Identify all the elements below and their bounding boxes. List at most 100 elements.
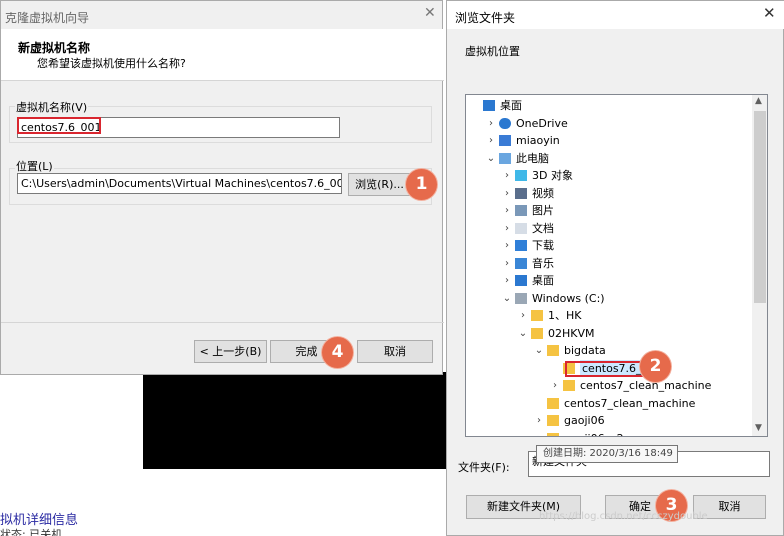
wizard-heading: 新虚拟机名称 xyxy=(18,41,91,55)
tree-item-label: 音乐 xyxy=(532,256,554,270)
chevron-right-icon[interactable]: › xyxy=(502,185,512,202)
chevron-right-icon[interactable]: › xyxy=(502,237,512,254)
vm-status-text: 状态: 已关机 xyxy=(0,528,63,536)
location-label: 位置(L) xyxy=(15,158,54,174)
chevron-right-icon[interactable]: › xyxy=(502,202,512,219)
tree-item-label: centos7_clean_machine xyxy=(580,379,712,392)
cloud-icon xyxy=(499,117,511,129)
vm-name-label: 虚拟机名称(V) xyxy=(15,99,89,115)
chevron-right-icon[interactable]: › xyxy=(486,132,496,149)
location-input[interactable]: C:\Users\admin\Documents\Virtual Machine… xyxy=(17,173,342,194)
tree-item[interactable]: › gaoji06 xyxy=(534,412,746,429)
chevron-right-icon[interactable]: › xyxy=(502,255,512,272)
picture-icon xyxy=(515,205,527,216)
tree-item-label: 视频 xyxy=(532,186,554,200)
step-badge-2: 2 xyxy=(640,351,671,382)
tree-item-label: Windows (C:) xyxy=(532,291,605,305)
chevron-down-icon[interactable]: ⌄ xyxy=(534,342,544,359)
watermark: https://blog.csdn.net/ccczydouble xyxy=(539,511,708,522)
tree-item[interactable]: › 桌面 xyxy=(502,272,746,289)
folder-icon xyxy=(531,310,543,321)
chevron-right-icon[interactable]: › xyxy=(550,377,560,394)
chevron-right-icon[interactable]: › xyxy=(502,167,512,184)
folder-icon xyxy=(547,397,559,409)
wizard-title: 克隆虚拟机向导 xyxy=(5,11,90,25)
chevron-right-icon[interactable]: › xyxy=(518,307,528,324)
tree-item[interactable]: › 下载 xyxy=(502,237,746,254)
tree-item-label: 桌面 xyxy=(500,99,522,112)
folder-icon xyxy=(547,345,559,356)
tree-item-label: gaoji06 xyxy=(564,414,605,427)
scroll-up-icon[interactable]: ▲ xyxy=(755,96,762,106)
chevron-right-icon[interactable]: › xyxy=(486,115,496,132)
drive-icon xyxy=(515,292,527,304)
user-icon xyxy=(499,135,511,146)
chevron-down-icon[interactable]: ⌄ xyxy=(502,290,512,307)
dialog-titlebar: 浏览文件夹 ✕ xyxy=(447,1,784,29)
chevron-right-icon[interactable]: › xyxy=(502,220,512,237)
document-icon xyxy=(515,222,527,234)
tree-item[interactable]: ⌄ 此电脑 xyxy=(486,150,746,167)
tree-item-label: centos7_clean_machine xyxy=(564,396,696,410)
tree-item[interactable]: ⌄ bigdata xyxy=(534,342,746,359)
screen: 拟机详细信息 状态: 已关机 克隆虚拟机向导 ✕ 新虚拟机名称 您希望该虚拟机使… xyxy=(0,0,784,536)
tree-item[interactable]: › 视频 xyxy=(502,185,746,202)
desktop-icon xyxy=(483,100,495,111)
dialog-description: 虚拟机位置 xyxy=(465,45,520,58)
wizard-header: 新虚拟机名称 您希望该虚拟机使用什么名称? xyxy=(1,29,444,81)
wizard-cancel-button[interactable]: 取消 xyxy=(357,340,433,363)
tree-item[interactable]: › gaoji06_v2 xyxy=(534,430,746,437)
folder-icon xyxy=(547,415,559,426)
tree-item[interactable]: › 文档 xyxy=(502,220,746,237)
download-icon xyxy=(515,240,527,251)
computer-icon xyxy=(499,152,511,164)
tree-item-label: miaoyin xyxy=(516,134,560,147)
tree-item-label: 3D 对象 xyxy=(532,169,573,182)
tree-item-label: 文档 xyxy=(532,221,554,235)
browse-button[interactable]: 浏览(R)... xyxy=(348,173,411,196)
tree-item-label: gaoji06_v2 xyxy=(564,430,624,437)
folder-tree[interactable]: 桌面 › OneDrive › miaoyin ⌄ 此电脑 › 3D 对象 › 视频 › 图片 › 文档 › 下… xyxy=(465,94,768,437)
tree-item-label: 下载 xyxy=(532,239,554,252)
tree-item[interactable]: ⌄ 02HKVM xyxy=(518,325,746,342)
folder-label: 文件夹(F): xyxy=(458,461,510,474)
tree-item[interactable]: › 3D 对象 xyxy=(502,167,746,184)
tree-item[interactable]: ⌄ Windows (C:) xyxy=(502,290,746,307)
scroll-down-icon[interactable]: ▼ xyxy=(755,423,762,433)
tree-item-label: 1、HK xyxy=(548,309,582,322)
wizard-subheading: 您希望该虚拟机使用什么名称? xyxy=(37,57,186,70)
folder-icon xyxy=(563,380,575,391)
cube-icon xyxy=(515,170,527,181)
dialog-close-icon[interactable]: ✕ xyxy=(763,4,776,22)
chevron-down-icon[interactable]: ⌄ xyxy=(518,325,528,342)
name-highlight-box xyxy=(17,117,101,134)
chevron-right-icon[interactable]: › xyxy=(502,272,512,289)
tree-scrollbar-thumb[interactable] xyxy=(754,111,766,303)
wizard-close-icon[interactable]: ✕ xyxy=(424,5,436,21)
tree-item-label: 02HKVM xyxy=(548,326,595,340)
tree-item-label: 此电脑 xyxy=(516,151,549,165)
wizard-divider xyxy=(1,322,444,323)
tree-item-label: OneDrive xyxy=(516,116,568,130)
chevron-right-icon[interactable]: › xyxy=(534,412,544,429)
tree-item[interactable]: › OneDrive xyxy=(486,115,746,132)
created-date-tooltip: 创建日期: 2020/3/16 18:49 xyxy=(536,445,678,463)
tree-item[interactable]: centos7_clean_machine xyxy=(534,395,746,412)
step-badge-1: 1 xyxy=(406,169,437,200)
video-icon xyxy=(515,187,527,199)
tree-item[interactable]: › 音乐 xyxy=(502,255,746,272)
tree-item[interactable]: 桌面 xyxy=(470,97,746,114)
tree-item[interactable]: › 图片 xyxy=(502,202,746,219)
clone-wizard-window: 克隆虚拟机向导 ✕ 新虚拟机名称 您希望该虚拟机使用什么名称? 虚拟机名称(V)… xyxy=(0,0,444,375)
tree-item-label: 桌面 xyxy=(532,274,554,287)
tree-item[interactable]: › 1、HK xyxy=(518,307,746,324)
chevron-down-icon[interactable]: ⌄ xyxy=(486,150,496,167)
music-icon xyxy=(515,257,527,269)
tree-item[interactable]: › miaoyin xyxy=(486,132,746,149)
folder-icon xyxy=(547,432,559,436)
chevron-right-icon[interactable]: › xyxy=(534,430,544,437)
step-badge-4: 4 xyxy=(322,337,353,368)
tree-item-label: bigdata xyxy=(564,344,606,357)
back-button[interactable]: < 上一步(B) xyxy=(194,340,267,363)
dialog-title: 浏览文件夹 xyxy=(455,11,516,25)
